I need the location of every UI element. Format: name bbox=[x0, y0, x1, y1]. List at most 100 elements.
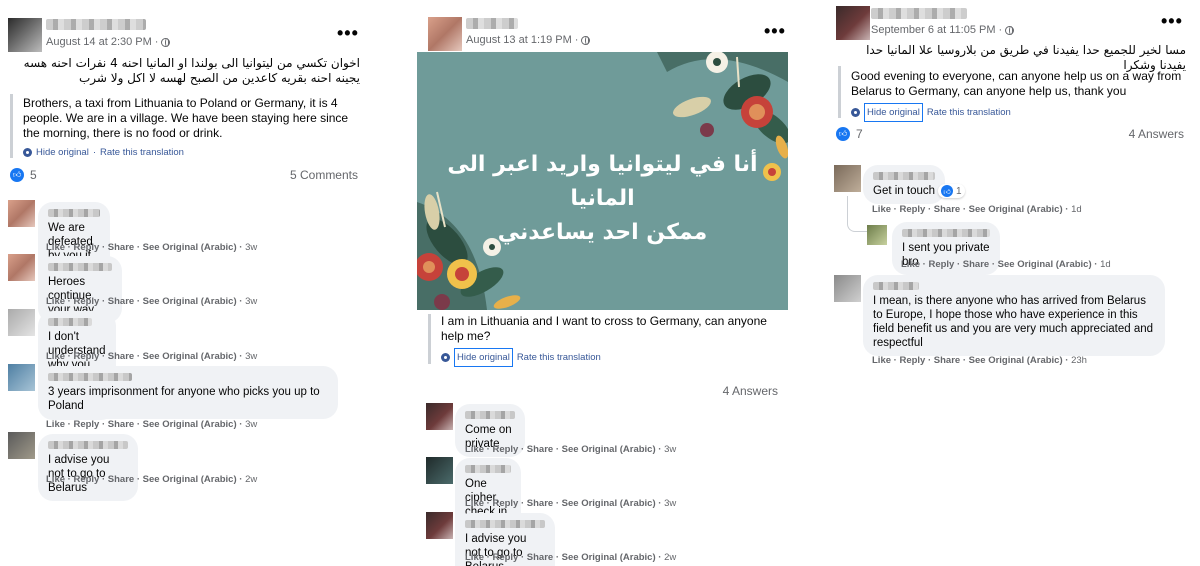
globe-icon[interactable] bbox=[581, 35, 591, 45]
see-original-link[interactable]: See Original (Arabic) bbox=[969, 355, 1063, 366]
commenter-name-blurred[interactable] bbox=[48, 209, 100, 217]
share-button[interactable]: Share bbox=[527, 552, 553, 563]
commenter-avatar[interactable] bbox=[8, 254, 35, 281]
commenter-avatar[interactable] bbox=[426, 457, 453, 484]
see-original-link[interactable]: See Original (Arabic) bbox=[143, 296, 237, 307]
more-options-icon[interactable]: ••• bbox=[1161, 12, 1183, 30]
comment-time[interactable]: 3w bbox=[664, 444, 676, 455]
commenter-avatar[interactable] bbox=[867, 225, 887, 245]
share-button[interactable]: Share bbox=[934, 204, 960, 215]
post-image[interactable]: أنا في ليتوانيا واريد اعبر الى المانيا م… bbox=[417, 52, 788, 310]
reply-button[interactable]: Reply bbox=[899, 204, 925, 215]
see-original-link[interactable]: See Original (Arabic) bbox=[143, 474, 237, 485]
comment-time[interactable]: 23h bbox=[1071, 355, 1087, 366]
commenter-name-blurred[interactable] bbox=[48, 263, 112, 271]
like-button[interactable]: Like bbox=[46, 296, 65, 307]
share-button[interactable]: Share bbox=[527, 444, 553, 455]
hide-original-link[interactable]: Hide original bbox=[36, 145, 89, 160]
globe-icon[interactable] bbox=[1005, 25, 1015, 35]
author-name-blurred[interactable] bbox=[871, 8, 967, 19]
share-button[interactable]: Share bbox=[108, 419, 134, 430]
commenter-name-blurred[interactable] bbox=[465, 465, 511, 473]
comment-time[interactable]: 3w bbox=[245, 419, 257, 430]
commenter-avatar[interactable] bbox=[8, 200, 35, 227]
like-button[interactable]: Like bbox=[46, 351, 65, 362]
post-date[interactable]: August 13 at 1:19 PM bbox=[466, 34, 572, 46]
commenter-name-blurred[interactable] bbox=[873, 282, 919, 290]
like-button[interactable]: Like bbox=[465, 498, 484, 509]
hide-original-link[interactable]: Hide original bbox=[454, 348, 513, 367]
post-date[interactable]: August 14 at 2:30 PM bbox=[46, 36, 152, 48]
commenter-name-blurred[interactable] bbox=[902, 229, 990, 237]
like-reaction-icon[interactable]: 👍︎ bbox=[10, 168, 24, 182]
see-original-link[interactable]: See Original (Arabic) bbox=[969, 204, 1063, 215]
commenter-avatar[interactable] bbox=[834, 275, 861, 302]
see-original-link[interactable]: See Original (Arabic) bbox=[562, 552, 656, 563]
see-original-link[interactable]: See Original (Arabic) bbox=[143, 419, 237, 430]
reply-button[interactable]: Reply bbox=[73, 242, 99, 253]
share-button[interactable]: Share bbox=[934, 355, 960, 366]
author-avatar[interactable] bbox=[836, 6, 870, 40]
translate-gear-icon[interactable] bbox=[851, 108, 860, 117]
reply-button[interactable]: Reply bbox=[73, 296, 99, 307]
reply-button[interactable]: Reply bbox=[492, 444, 518, 455]
comment-time[interactable]: 1d bbox=[1100, 259, 1111, 270]
see-original-link[interactable]: See Original (Arabic) bbox=[143, 351, 237, 362]
commenter-name-blurred[interactable] bbox=[48, 373, 132, 381]
like-button[interactable]: Like bbox=[901, 259, 920, 270]
like-count[interactable]: 7 bbox=[856, 127, 863, 141]
comment-time[interactable]: 1d bbox=[1071, 204, 1082, 215]
like-button[interactable]: Like bbox=[46, 242, 65, 253]
post-date[interactable]: September 6 at 11:05 PM bbox=[871, 24, 996, 36]
commenter-avatar[interactable] bbox=[426, 403, 453, 430]
commenter-name-blurred[interactable] bbox=[465, 520, 545, 528]
comment-time[interactable]: 3w bbox=[245, 296, 257, 307]
reply-button[interactable]: Reply bbox=[73, 351, 99, 362]
more-options-icon[interactable]: ••• bbox=[764, 22, 786, 40]
share-button[interactable]: Share bbox=[108, 474, 134, 485]
see-original-link[interactable]: See Original (Arabic) bbox=[562, 498, 656, 509]
comment-time[interactable]: 3w bbox=[245, 351, 257, 362]
commenter-name-blurred[interactable] bbox=[465, 411, 515, 419]
hide-original-link[interactable]: Hide original bbox=[864, 103, 923, 122]
translate-gear-icon[interactable] bbox=[441, 353, 450, 362]
see-original-link[interactable]: See Original (Arabic) bbox=[998, 259, 1092, 270]
share-button[interactable]: Share bbox=[527, 498, 553, 509]
rate-translation-link[interactable]: Rate this translation bbox=[100, 145, 184, 160]
reply-button[interactable]: Reply bbox=[492, 552, 518, 563]
share-button[interactable]: Share bbox=[108, 296, 134, 307]
comments-count[interactable]: 5 Comments bbox=[290, 168, 358, 182]
author-avatar[interactable] bbox=[428, 17, 462, 51]
rate-translation-link[interactable]: Rate this translation bbox=[927, 105, 1011, 120]
reply-button[interactable]: Reply bbox=[73, 474, 99, 485]
like-reaction-icon[interactable]: 👍︎ bbox=[836, 127, 850, 141]
answers-count[interactable]: 4 Answers bbox=[723, 384, 778, 398]
share-button[interactable]: Share bbox=[108, 242, 134, 253]
author-avatar[interactable] bbox=[8, 18, 42, 52]
like-button[interactable]: Like bbox=[872, 204, 891, 215]
like-button[interactable]: Like bbox=[46, 419, 65, 430]
commenter-avatar[interactable] bbox=[426, 512, 453, 539]
like-button[interactable]: Like bbox=[46, 474, 65, 485]
reply-button[interactable]: Reply bbox=[492, 498, 518, 509]
like-count[interactable]: 5 bbox=[30, 168, 37, 182]
see-original-link[interactable]: See Original (Arabic) bbox=[143, 242, 237, 253]
commenter-avatar[interactable] bbox=[8, 364, 35, 391]
comment-time[interactable]: 2w bbox=[664, 552, 676, 563]
comment-reaction[interactable]: 👍︎ 1 bbox=[938, 184, 965, 198]
comment-time[interactable]: 3w bbox=[245, 242, 257, 253]
translate-gear-icon[interactable] bbox=[23, 148, 32, 157]
commenter-avatar[interactable] bbox=[8, 432, 35, 459]
see-original-link[interactable]: See Original (Arabic) bbox=[562, 444, 656, 455]
author-name-blurred[interactable] bbox=[466, 18, 518, 29]
like-button[interactable]: Like bbox=[465, 552, 484, 563]
like-button[interactable]: Like bbox=[872, 355, 891, 366]
commenter-name-blurred[interactable] bbox=[48, 318, 92, 326]
reply-button[interactable]: Reply bbox=[928, 259, 954, 270]
more-options-icon[interactable]: ••• bbox=[337, 24, 359, 42]
commenter-name-blurred[interactable] bbox=[873, 172, 935, 180]
reply-button[interactable]: Reply bbox=[73, 419, 99, 430]
commenter-avatar[interactable] bbox=[834, 165, 861, 192]
like-button[interactable]: Like bbox=[465, 444, 484, 455]
comment-time[interactable]: 3w bbox=[664, 498, 676, 509]
